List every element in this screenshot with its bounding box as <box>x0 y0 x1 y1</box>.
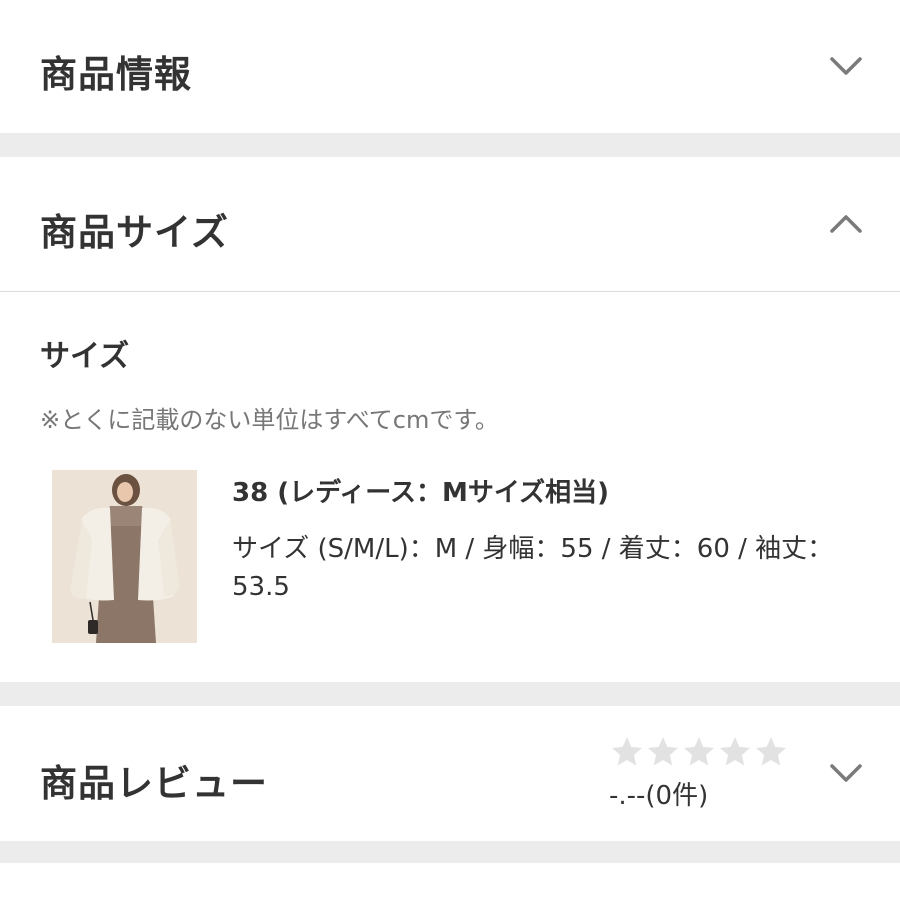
star-icon <box>756 737 786 766</box>
size-option-name: 38 (レディース：Mサイズ相当) <box>232 478 609 508</box>
star-icon <box>684 737 714 766</box>
section-header-divider <box>0 291 900 292</box>
size-measurements: サイズ (S/M/L)：M / 身幅：55 / 着丈：60 / 袖丈：53.5 <box>232 534 834 602</box>
star-icon <box>648 737 678 766</box>
product-info-section[interactable]: 商品情報 <box>0 0 900 133</box>
section-separator <box>0 841 900 863</box>
chevron-down-icon[interactable] <box>826 753 866 793</box>
product-review-section[interactable]: 商品レビュー <box>0 706 900 841</box>
star-icon <box>612 737 642 766</box>
unit-note: ※とくに記載のない単位はすべてcmです。 <box>40 406 499 434</box>
rating-summary: -.--(0件) <box>609 781 709 811</box>
star-icon <box>720 737 750 766</box>
chevron-up-icon[interactable] <box>826 204 866 244</box>
product-review-title: 商品レビュー <box>40 762 268 805</box>
product-info-title: 商品情報 <box>40 53 192 96</box>
section-separator <box>0 133 900 157</box>
section-separator <box>0 682 900 706</box>
chevron-down-icon[interactable] <box>826 46 866 86</box>
product-thumbnail <box>52 470 197 643</box>
product-size-title: 商品サイズ <box>40 211 229 254</box>
rating-stars <box>609 734 789 770</box>
product-photo-icon <box>52 470 197 643</box>
size-heading: サイズ <box>40 339 130 374</box>
